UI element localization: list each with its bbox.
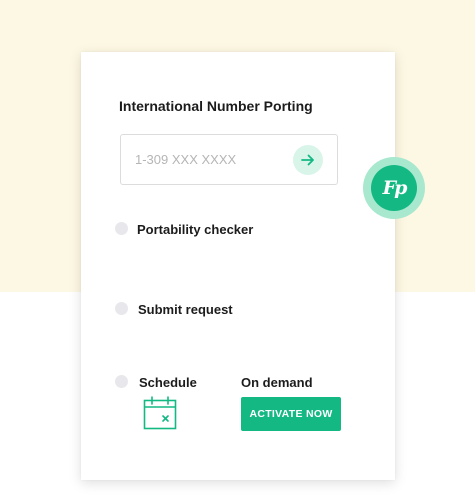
calendar-icon[interactable] [143,396,177,430]
page-title: International Number Porting [119,98,313,114]
step-radio-schedule[interactable] [115,375,128,388]
arrow-right-icon [301,154,314,166]
logo-mark: Fp [371,165,417,211]
phone-number-field[interactable] [120,134,338,185]
submit-number-button[interactable] [293,145,323,175]
porting-card [81,52,395,480]
step-label-schedule: Schedule [139,375,197,390]
activate-now-button[interactable]: ACTIVATE NOW [241,397,341,431]
phone-number-input[interactable] [135,149,285,169]
step-label-portability-checker: Portability checker [137,222,254,237]
step-radio-portability-checker[interactable] [115,222,128,235]
step-radio-submit-request[interactable] [115,302,128,315]
on-demand-label: On demand [241,375,313,390]
step-label-submit-request: Submit request [138,302,233,317]
brand-logo: Fp [363,157,425,219]
